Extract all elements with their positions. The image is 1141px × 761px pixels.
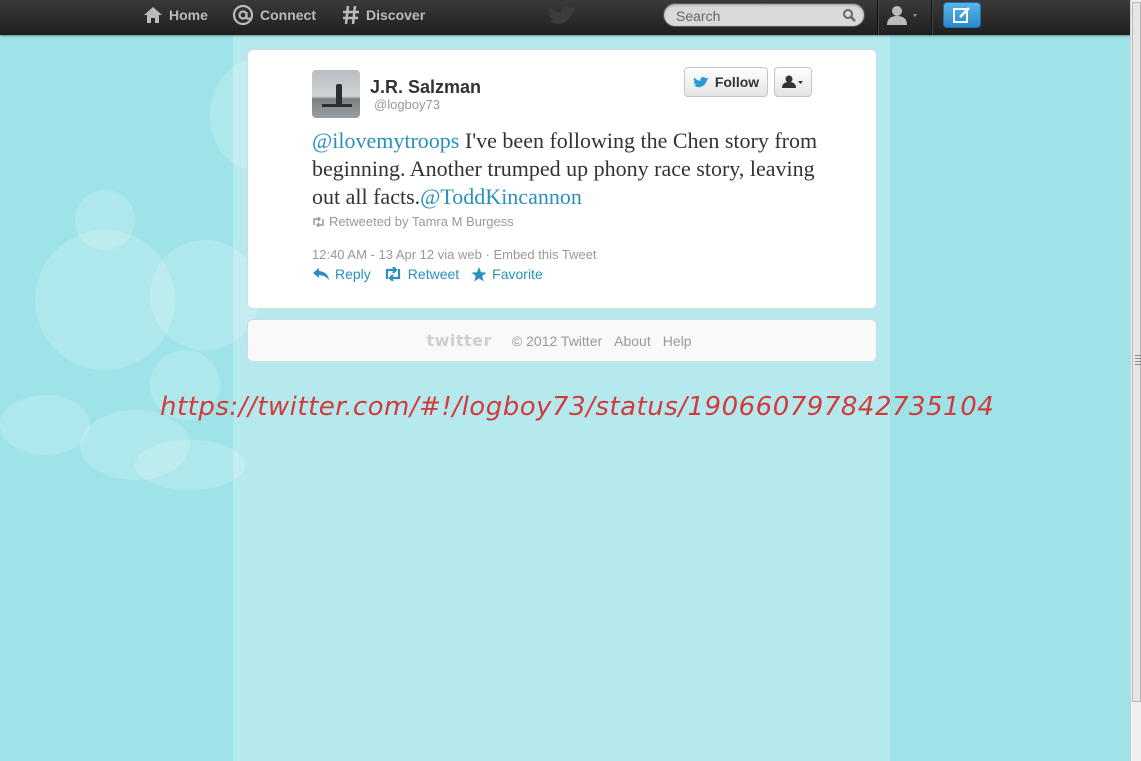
nav-divider [877,0,879,35]
footer-copyright: © 2012 Twitter [511,332,603,349]
nav-connect[interactable]: Connect [232,0,316,30]
avatar-figure [336,84,342,106]
url-annotation-overlay: https://twitter.com/#!/logboy73/status/1… [160,392,995,422]
account-menu[interactable] [886,5,922,32]
footer-about-link[interactable]: About [614,333,651,349]
user-handle[interactable]: @logboy73 [374,97,440,112]
mention-link[interactable]: @ToddKincannon [420,184,582,209]
retweet-label: Retweet [407,266,460,282]
avatar-board [322,104,352,107]
search-icon[interactable] [843,9,856,22]
tweet-source[interactable]: via web [438,247,482,262]
tweet-card: J.R. Salzman @logboy73 Follow @ilovemytr… [247,49,877,309]
vertical-scrollbar[interactable] [1130,0,1141,761]
twitter-bird-icon [693,76,709,88]
retweeted-by: Retweeted by Tamra M Burgess [312,214,514,229]
nav-discover[interactable]: Discover [342,0,425,30]
favorite-label: Favorite [492,266,543,282]
follow-button[interactable]: Follow [684,67,768,97]
reply-label: Reply [335,266,371,282]
user-dropdown-icon [782,75,803,88]
compose-tweet-button[interactable] [943,2,981,28]
search-box [663,3,865,27]
search-input[interactable] [674,7,838,25]
tweet-meta: 12:40 AM - 13 Apr 12 via web · Embed thi… [312,247,597,262]
embed-tweet-link[interactable]: Embed this Tweet [493,247,596,262]
scrollbar-grip [1135,355,1141,365]
nav-home[interactable]: Home [143,0,208,30]
follow-button-label: Follow [714,74,760,90]
user-icon [887,6,917,25]
avatar[interactable] [312,70,360,118]
background-bubble [75,190,135,250]
user-actions-button[interactable] [774,67,812,97]
background-bubble [150,240,260,350]
star-icon [471,266,487,281]
reply-icon [313,268,329,280]
retweet-icon [385,267,400,281]
reply-action[interactable]: Reply [312,266,371,282]
nav-connect-label: Connect [260,7,316,23]
background-bubble [0,395,90,455]
retweet-icon [313,216,324,227]
nav-divider [931,0,933,35]
at-sign-icon [232,4,254,26]
nav-discover-label: Discover [366,7,426,23]
background-bubble [135,440,245,490]
tweet-actions: Reply Retweet Favorite [312,266,555,282]
footer: twitter © 2012 Twitter About Help [247,319,877,362]
footer-help-link[interactable]: Help [663,333,692,349]
mention-link[interactable]: @ilovemytroops [312,128,459,153]
tweet-timestamp[interactable]: 12:40 AM - 13 Apr 12 [312,247,434,262]
tweet-text: @ilovemytroops I've been following the C… [312,127,822,211]
home-icon [144,7,162,23]
favorite-action[interactable]: Favorite [471,266,543,282]
retweet-action[interactable]: Retweet [383,266,459,282]
nav-home-label: Home [169,7,208,23]
meta-separator: · [485,247,490,262]
footer-twitter-logo: twitter [426,331,492,350]
hashtag-icon [343,5,359,25]
twitter-bird-icon[interactable] [548,5,576,25]
scrollbar-thumb[interactable] [1132,2,1141,702]
top-navigation-bar: Home Connect Discover [0,0,1130,35]
compose-icon [953,7,970,23]
retweeted-by-label[interactable]: Retweeted by Tamra M Burgess [329,214,514,229]
user-fullname[interactable]: J.R. Salzman [370,77,481,98]
